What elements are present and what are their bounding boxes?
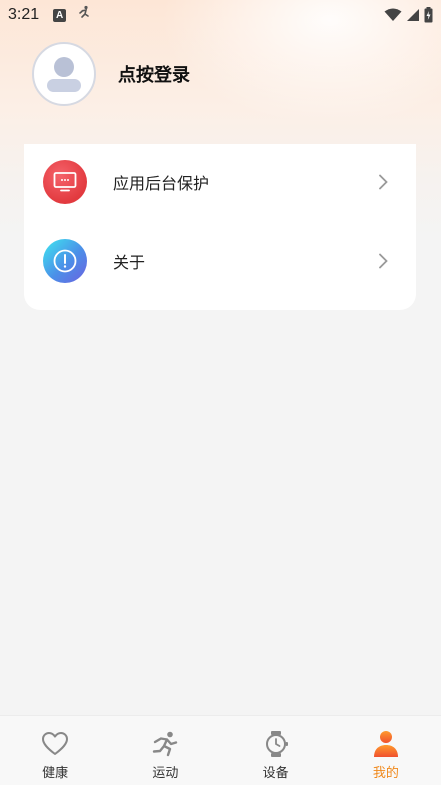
signal-icon [407,9,419,21]
default-avatar-icon [47,57,81,92]
watch-icon [265,731,288,757]
menu-card: 应用后台保护 关于 [24,144,416,310]
nav-item-sport[interactable]: 运动 [110,716,220,785]
avatar[interactable] [32,42,96,106]
nav-label: 设备 [262,766,289,781]
nav-item-mine[interactable]: 我的 [331,716,441,785]
chevron-right-icon [379,253,388,269]
nav-label: 运动 [152,766,179,781]
profile-login[interactable]: 点按登录 [32,42,190,106]
battery-icon [424,7,433,23]
bottom-nav: 健康 运动 设备 我的 [0,715,441,785]
running-icon [153,731,178,757]
notification-a-icon: A [53,8,67,22]
heart-icon [42,732,69,755]
monitor-icon [43,160,87,204]
status-time: 3:21 [8,6,40,23]
nav-item-device[interactable]: 设备 [221,716,331,785]
nav-label: 健康 [42,766,69,781]
wifi-icon [384,8,402,21]
nav-item-health[interactable]: 健康 [0,716,110,785]
login-label[interactable]: 点按登录 [118,61,190,87]
menu-item-about[interactable]: 关于 [24,231,416,291]
menu-item-label: 应用后台保护 [113,174,210,193]
menu-item-label: 关于 [113,253,146,272]
person-icon [373,731,398,757]
nav-label: 我的 [372,766,399,781]
status-right [384,7,433,23]
chevron-right-icon [379,174,388,190]
running-notification-icon [76,5,92,26]
status-bar: 3:21 A [0,0,441,30]
info-icon [43,239,87,283]
menu-item-background-protection[interactable]: 应用后台保护 [24,152,416,212]
